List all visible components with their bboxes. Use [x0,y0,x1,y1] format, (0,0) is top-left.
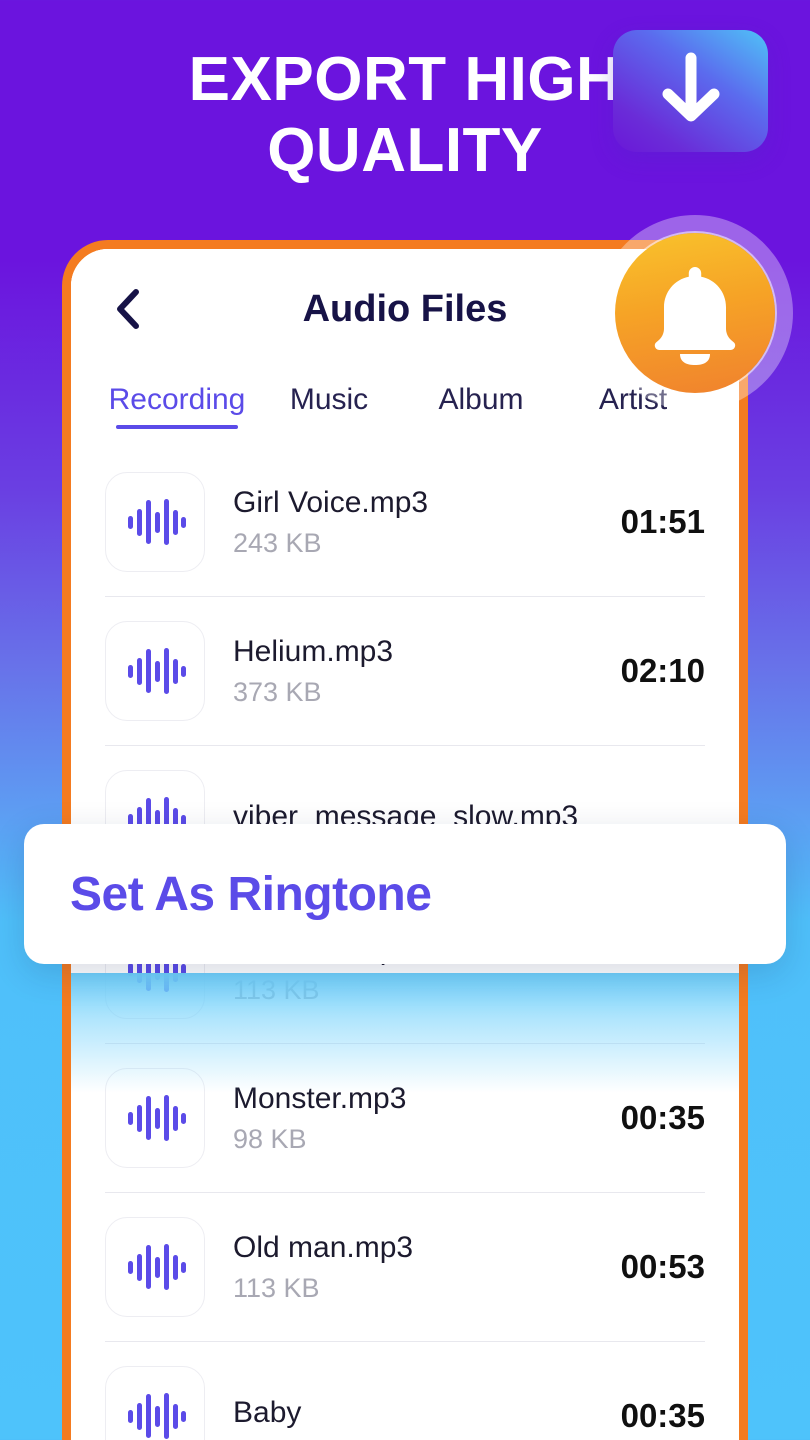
download-arrow-icon [652,50,730,132]
file-name: Old man.mp3 [233,1231,414,1265]
ringtone-bell-badge [597,215,793,411]
file-meta: Monster.mp3 98 KB [205,1080,609,1155]
tab-album[interactable]: Album [405,383,557,429]
file-name: Helium.mp3 [233,635,394,669]
set-as-ringtone-label: Set As Ringtone [70,867,432,921]
bell-circle [615,233,775,393]
table-row[interactable]: Helium.mp3 373 KB 02:10 [71,596,739,745]
table-row[interactable]: Girl Voice.mp3 243 KB 01:51 [71,447,739,596]
file-size: 113 KB [233,974,320,1005]
file-duration: 01:51 [620,502,705,540]
tab-music[interactable]: Music [253,383,405,429]
bell-icon [647,261,743,365]
file-size: 373 KB [233,676,322,707]
table-row[interactable]: Old man.mp3 113 KB 00:53 [71,1192,739,1341]
file-duration: 00:53 [620,1247,705,1285]
file-duration: 02:10 [620,651,705,689]
chevron-left-icon [112,287,142,331]
table-row[interactable]: Baby 00:35 [71,1341,739,1440]
file-name: Baby [233,1395,302,1429]
file-meta: Old man.mp3 113 KB [205,1229,609,1304]
file-meta: Girl Voice.mp3 243 KB [205,484,609,559]
download-button[interactable] [613,30,768,152]
file-size: 98 KB [233,1123,307,1154]
file-meta: Baby [205,1394,609,1438]
file-name: Monster.mp3 [233,1082,407,1116]
set-as-ringtone-card[interactable]: Set As Ringtone [24,824,786,964]
file-name: Girl Voice.mp3 [233,486,429,520]
file-meta: Helium.mp3 373 KB [205,633,609,708]
back-button[interactable] [105,287,149,331]
waveform-icon [105,1067,205,1168]
waveform-icon [105,620,205,721]
table-row[interactable]: Monster.mp3 98 KB 00:35 [71,1043,739,1192]
file-size: 243 KB [233,527,322,558]
file-duration: 00:35 [620,1098,705,1136]
file-duration: 00:35 [620,1396,705,1434]
waveform-icon [105,1365,205,1440]
waveform-icon [105,1216,205,1317]
tab-recording[interactable]: Recording [101,383,253,429]
file-size: 113 KB [233,1272,320,1303]
waveform-icon [105,471,205,572]
